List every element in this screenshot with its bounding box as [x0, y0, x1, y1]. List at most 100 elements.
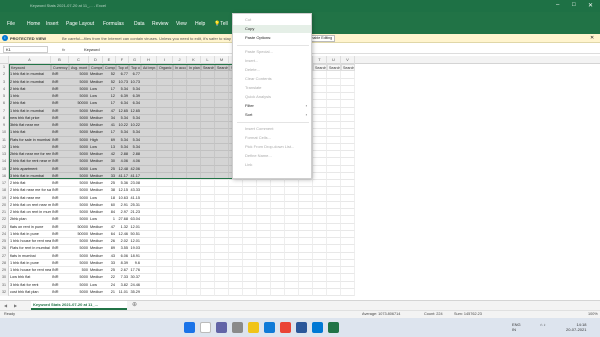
table-cell[interactable]: [327, 259, 341, 267]
table-cell[interactable]: [229, 259, 243, 267]
table-cell[interactable]: 12.15: [116, 187, 129, 195]
row-header[interactable]: 10: [0, 129, 9, 137]
table-cell[interactable]: [215, 194, 229, 202]
table-cell[interactable]: 2 bhk flat in mumbai: [9, 79, 51, 86]
table-cell[interactable]: [187, 201, 201, 209]
table-cell[interactable]: [285, 238, 299, 246]
table-cell[interactable]: [257, 252, 271, 260]
header-cell[interactable]: Avg. mont: [69, 64, 89, 72]
table-cell[interactable]: [285, 187, 299, 195]
table-cell[interactable]: [201, 143, 215, 151]
table-cell[interactable]: [243, 288, 257, 296]
table-cell[interactable]: 5000: [69, 137, 89, 144]
table-cell[interactable]: [157, 158, 173, 166]
table-cell[interactable]: [243, 274, 257, 282]
table-cell[interactable]: 3 bhk flat in mumbai: [9, 173, 51, 180]
table-cell[interactable]: 12.46: [116, 231, 129, 238]
table-cell[interactable]: [341, 78, 355, 86]
table-cell[interactable]: [341, 252, 355, 260]
table-cell[interactable]: Flats for rent in mumbai: [9, 245, 51, 253]
table-cell[interactable]: [173, 107, 187, 115]
table-cell[interactable]: [271, 187, 285, 195]
table-cell[interactable]: [215, 107, 229, 115]
table-cell[interactable]: INR: [51, 129, 69, 137]
table-cell[interactable]: 21.23: [129, 209, 141, 217]
table-cell[interactable]: [141, 230, 157, 238]
table-cell[interactable]: [201, 71, 215, 79]
table-cell[interactable]: [173, 281, 187, 289]
table-cell[interactable]: 6.77: [129, 71, 141, 79]
table-cell[interactable]: [243, 187, 257, 195]
table-cell[interactable]: [187, 267, 201, 275]
table-cell[interactable]: [327, 158, 341, 166]
table-cell[interactable]: [141, 201, 157, 209]
table-cell[interactable]: [141, 281, 157, 289]
table-cell[interactable]: [187, 180, 201, 188]
table-cell[interactable]: INR: [51, 180, 69, 188]
row-header[interactable]: 17: [0, 180, 9, 188]
table-cell[interactable]: [313, 201, 327, 209]
table-cell[interactable]: 21: [103, 289, 116, 296]
column-header-e[interactable]: E: [103, 56, 116, 64]
table-cell[interactable]: [257, 230, 271, 238]
column-header-t[interactable]: T: [313, 56, 327, 64]
row-header[interactable]: 9: [0, 122, 9, 130]
table-cell[interactable]: [187, 151, 201, 159]
table-cell[interactable]: [271, 209, 285, 217]
formula-input[interactable]: Keyword: [84, 46, 594, 53]
header-cell[interactable]: Organic im: [157, 64, 173, 72]
row-header[interactable]: 32: [0, 288, 9, 296]
table-cell[interactable]: [187, 100, 201, 108]
table-cell[interactable]: [141, 114, 157, 122]
table-cell[interactable]: Medium: [89, 79, 103, 86]
table-cell[interactable]: 5.34: [116, 129, 129, 137]
table-cell[interactable]: 5000: [69, 79, 89, 86]
table-cell[interactable]: 5.34: [116, 144, 129, 151]
edge-icon[interactable]: [264, 322, 275, 333]
add-sheet-icon[interactable]: ⊕: [132, 301, 137, 308]
table-cell[interactable]: [187, 288, 201, 296]
table-cell[interactable]: 1.32: [116, 224, 129, 231]
row-header[interactable]: 18: [0, 187, 9, 195]
table-cell[interactable]: [271, 288, 285, 296]
table-cell[interactable]: 2 bhk flat for rent near me: [9, 158, 51, 166]
header-cell[interactable]: Searches:: [313, 64, 327, 72]
table-cell[interactable]: Medium: [89, 267, 103, 275]
table-cell[interactable]: [327, 281, 341, 289]
table-cell[interactable]: [313, 288, 327, 296]
table-cell[interactable]: 25: [103, 166, 116, 173]
table-cell[interactable]: [285, 252, 299, 260]
table-cell[interactable]: [187, 122, 201, 130]
table-cell[interactable]: Medium: [89, 158, 103, 166]
table-cell[interactable]: 41.17: [129, 173, 141, 180]
table-cell[interactable]: [299, 252, 313, 260]
table-cell[interactable]: [215, 223, 229, 231]
table-cell[interactable]: [215, 158, 229, 166]
table-cell[interactable]: [271, 281, 285, 289]
table-cell[interactable]: 2 bhk flat: [9, 180, 51, 188]
table-cell[interactable]: [215, 187, 229, 195]
table-cell[interactable]: [187, 194, 201, 202]
table-cell[interactable]: [299, 259, 313, 267]
table-cell[interactable]: [313, 143, 327, 151]
table-cell[interactable]: 12.65: [129, 108, 141, 115]
table-cell[interactable]: [141, 288, 157, 296]
table-cell[interactable]: [215, 122, 229, 130]
table-cell[interactable]: [173, 201, 187, 209]
table-cell[interactable]: [313, 267, 327, 275]
table-cell[interactable]: [341, 281, 355, 289]
table-cell[interactable]: 5000: [69, 108, 89, 115]
table-cell[interactable]: 2bhk flat near me for rent: [9, 151, 51, 159]
table-cell[interactable]: [141, 216, 157, 224]
table-cell[interactable]: [257, 274, 271, 282]
table-cell[interactable]: [201, 252, 215, 260]
table-cell[interactable]: [187, 165, 201, 173]
table-cell[interactable]: [201, 288, 215, 296]
table-cell[interactable]: [243, 230, 257, 238]
table-cell[interactable]: 12.65: [116, 108, 129, 115]
table-cell[interactable]: [157, 122, 173, 130]
table-cell[interactable]: [215, 252, 229, 260]
table-cell[interactable]: 5000: [69, 166, 89, 173]
table-cell[interactable]: [201, 209, 215, 217]
row-header[interactable]: 27: [0, 252, 9, 260]
